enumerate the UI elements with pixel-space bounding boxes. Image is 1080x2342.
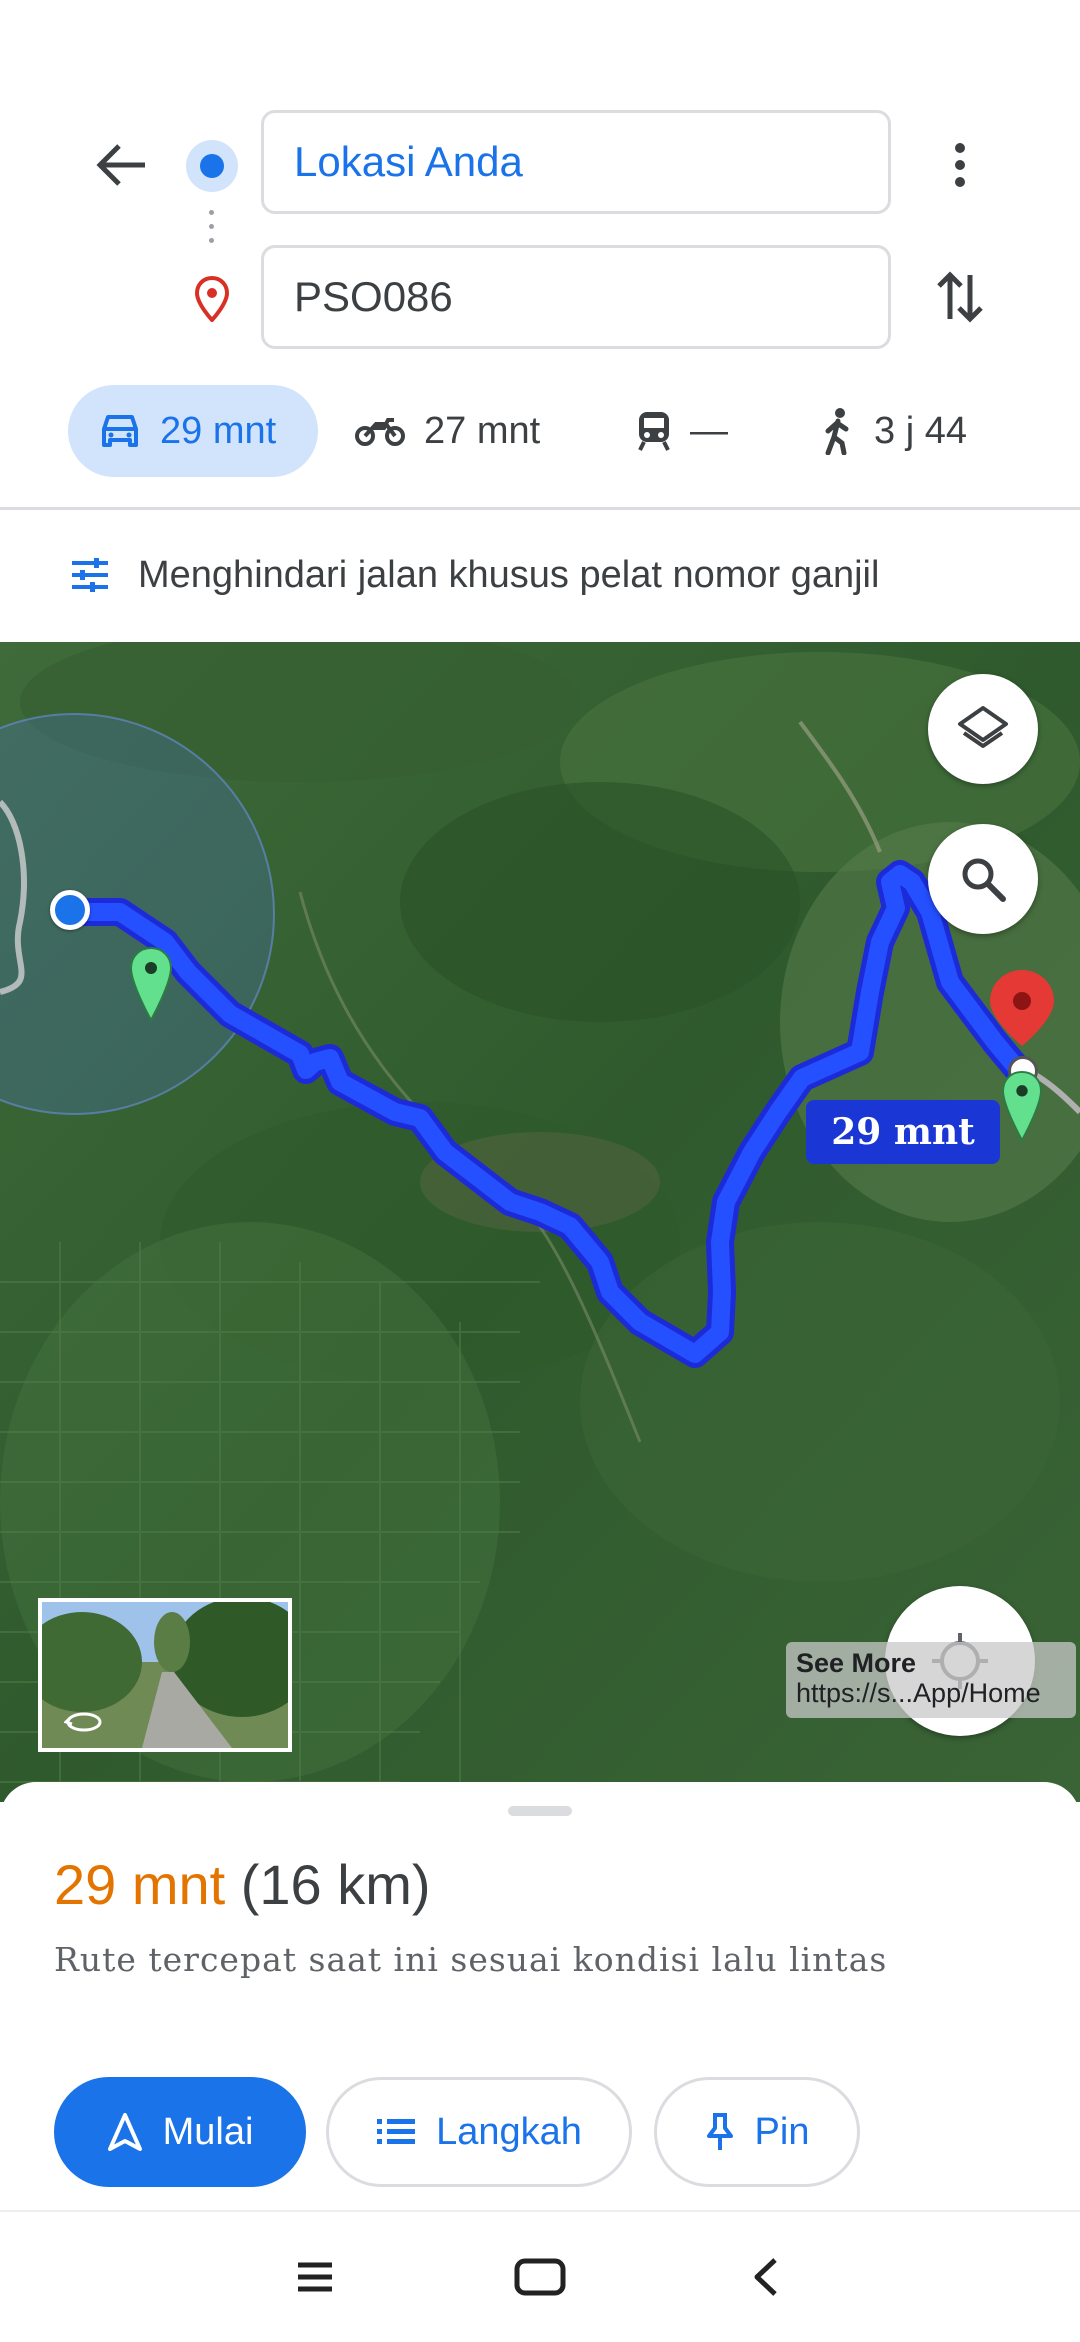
destination-pin-icon [194,275,230,327]
tab-car-time: 29 mnt [160,409,277,452]
origin-marker [50,890,90,930]
list-icon [377,2119,416,2144]
drag-handle[interactable] [508,1806,572,1816]
swap-button[interactable] [925,262,995,332]
start-label: Mulai [162,2110,254,2153]
directions-header: Lokasi Anda PSO086 29 mnt 27 mnt — 3 j 4… [0,0,1080,642]
route-options-row[interactable]: Menghindari jalan khusus pelat nomor gan… [70,545,879,605]
start-button[interactable]: Mulai [54,2077,306,2187]
tab-transit[interactable]: — [636,385,728,477]
steps-button[interactable]: Langkah [326,2077,632,2187]
header-divider [0,507,1080,510]
pin-button[interactable]: Pin [654,2077,860,2187]
more-options-button[interactable] [930,130,990,200]
route-duration: 29 mnt [54,1853,226,1916]
system-back-button[interactable] [730,2242,800,2312]
attribution-title: See More [796,1648,917,1678]
route-dots-icon [209,210,215,254]
tab-motorcycle[interactable]: 27 mnt [354,385,540,477]
back-arrow-icon [96,144,145,186]
tab-motorcycle-time: 27 mnt [424,409,541,452]
home-button[interactable] [505,2242,575,2312]
destination-field[interactable]: PSO086 [261,245,891,349]
more-vert-icon [955,143,965,187]
system-navigation-bar [0,2210,1080,2342]
map-view[interactable]: 29 mnt See More https://s...App/Home [0,642,1080,1802]
steps-label: Langkah [436,2110,582,2153]
walk-icon [825,408,849,455]
waypoint-pin-icon[interactable] [128,946,174,1027]
recent-apps-button[interactable] [280,2242,350,2312]
rotate-360-icon [64,1712,102,1732]
attribution-overlay[interactable]: See More https://s...App/Home [786,1642,1076,1718]
route-eta-bubble[interactable]: 29 mnt [806,1100,1000,1164]
route-eta-text: 29 mnt [831,1111,975,1153]
destination-marker-icon[interactable] [986,968,1058,1053]
layers-icon [958,706,1008,748]
tab-walk-time: 3 j 44 [874,409,967,452]
map-search-button[interactable] [928,824,1038,934]
tune-icon [72,558,108,592]
tab-car[interactable]: 29 mnt [68,385,318,477]
chevron-left-icon [754,2258,777,2296]
back-button[interactable] [86,130,156,200]
route-summary-sheet: 29 mnt (16 km) Rute tercepat saat ini se… [0,1782,1080,2210]
route-summary: 29 mnt (16 km) [54,1852,431,1917]
pin-label: Pin [754,2110,810,2153]
street-view-thumbnail[interactable] [38,1598,292,1752]
avoid-text: Menghindari jalan khusus pelat nomor gan… [138,553,880,596]
pin-icon [706,2113,733,2150]
train-icon [638,412,670,451]
search-icon [962,858,1006,902]
swap-vert-icon [937,271,983,323]
menu-icon [298,2262,332,2292]
origin-field[interactable]: Lokasi Anda [261,110,891,214]
waypoint-pin-icon[interactable] [1000,1070,1044,1147]
attribution-url: https://s...App/Home [796,1678,1041,1708]
destination-value: PSO086 [294,273,453,320]
layers-button[interactable] [928,674,1038,784]
origin-value: Lokasi Anda [294,138,523,185]
route-description: Rute tercepat saat ini sesuai kondisi la… [54,1940,888,1979]
home-icon [514,2258,566,2296]
tab-transit-time: — [690,409,728,452]
route-distance: (16 km) [240,1853,431,1916]
motorcycle-icon [355,418,405,446]
navigation-arrow-icon [107,2113,142,2151]
origin-dot-icon [186,140,238,192]
tab-walk[interactable]: 3 j 44 [820,385,967,477]
car-icon [102,415,138,447]
